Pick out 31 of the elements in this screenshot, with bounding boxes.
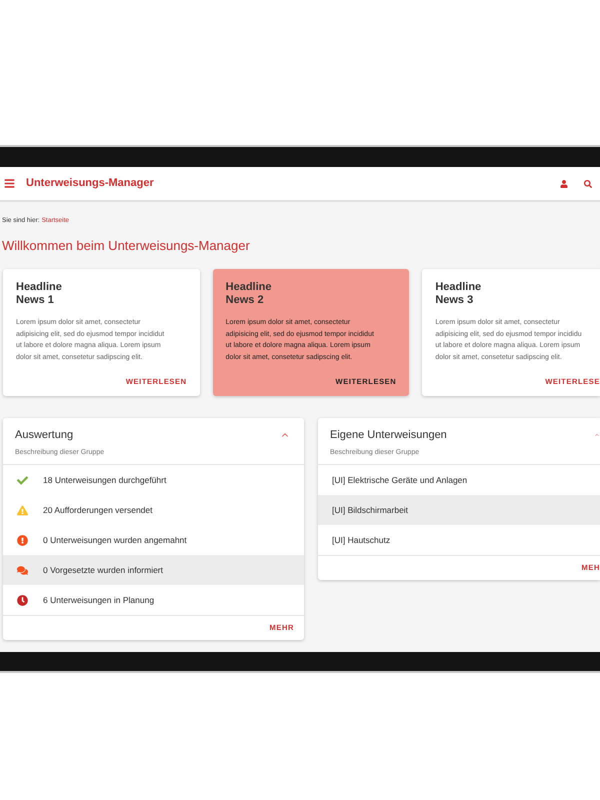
chat-bubbles-icon <box>17 564 28 576</box>
panel-title: Eigene Unterweisungen <box>330 428 448 442</box>
user-icon[interactable] <box>560 180 568 188</box>
exclamation-icon <box>17 534 28 546</box>
list-row[interactable]: [UI] Hautschutz <box>318 525 600 555</box>
list-row-text: 6 Unterweisungen in Planung <box>43 594 154 606</box>
list-row[interactable]: 6 Unterweisungen in Planung <box>3 585 304 615</box>
panel-title: Auswertung <box>15 428 74 442</box>
list-row-text: [UI] Bildschirmarbeit <box>332 504 408 516</box>
news-headline: Headline News 3 <box>435 281 482 308</box>
list-row[interactable]: 0 Unterweisungen wurden angemahnt <box>3 525 304 555</box>
clock-icon <box>17 594 28 606</box>
news-headline: Headline News 2 <box>226 281 273 308</box>
list-row[interactable]: [UI] Elektrische Geräte und Anlagen <box>318 465 600 495</box>
list-row-text: 20 Aufforderungen versendet <box>43 504 152 516</box>
menu-icon[interactable] <box>4 178 15 189</box>
list-row-text: 18 Unterweisungen durchgeführt <box>43 474 166 486</box>
page-heading: Willkommen beim Unterweisungs-Manager <box>2 236 251 255</box>
app-title: Unterweisungs-Manager <box>26 176 154 192</box>
list-row-text: 0 Unterweisungen wurden angemahnt <box>43 534 187 546</box>
warning-icon <box>17 504 28 516</box>
list-row[interactable]: 18 Unterweisungen durchgeführt <box>3 465 304 495</box>
list-row-text: [UI] Hautschutz <box>332 534 390 546</box>
search-icon[interactable] <box>584 180 592 188</box>
list-row[interactable]: 0 Vorgesetzte wurden informiert <box>3 555 304 585</box>
check-icon <box>17 474 28 486</box>
news-headline: Headline News 1 <box>16 281 63 308</box>
list-row-text: [UI] Elektrische Geräte und Anlagen <box>332 474 468 486</box>
list-row-text: 0 Vorgesetzte wurden informiert <box>43 564 164 576</box>
list-row[interactable]: [UI] Bildschirmarbeit <box>318 495 600 525</box>
list-row[interactable]: 20 Aufforderungen versendet <box>3 495 304 525</box>
